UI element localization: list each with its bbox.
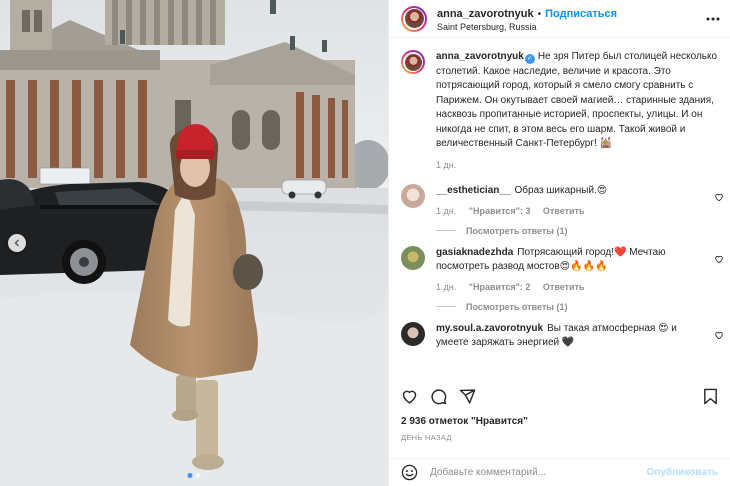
author-username[interactable]: anna_zavorotnyuk xyxy=(437,8,534,20)
post-photo[interactable] xyxy=(0,0,388,486)
commenter-avatar[interactable] xyxy=(401,321,425,346)
add-comment-bar: Опубликовать xyxy=(389,458,730,486)
heart-icon[interactable] xyxy=(714,254,724,264)
reply-button[interactable]: Ответить xyxy=(543,206,585,216)
post-side-panel: anna_zavorotnyuk • Подписаться Saint Peter… xyxy=(388,0,730,486)
reply-button[interactable]: Ответить xyxy=(543,282,585,292)
comment-icon[interactable] xyxy=(430,388,447,405)
comment-text: Образ шикарный.😍 xyxy=(514,184,608,196)
comment-time: 1 дн. xyxy=(436,205,457,216)
replies-line xyxy=(436,230,456,231)
view-replies-button[interactable]: Посмотреть ответы (1) xyxy=(436,226,706,236)
heart-icon[interactable] xyxy=(714,330,724,340)
commenter-avatar[interactable] xyxy=(401,245,425,270)
post-date[interactable]: ДЕНЬ НАЗАД xyxy=(401,433,452,442)
comment-likes[interactable]: "Нравится": 3 xyxy=(469,206,531,216)
author-avatar[interactable] xyxy=(401,5,427,32)
commenter-avatar[interactable] xyxy=(401,183,425,208)
heart-icon[interactable] xyxy=(401,388,418,405)
previous-photo-button[interactable] xyxy=(8,234,26,252)
commenter-username[interactable]: __esthetician__ xyxy=(436,185,511,196)
share-icon[interactable] xyxy=(459,388,476,405)
verified-badge-icon: ✓ xyxy=(524,54,535,64)
caption-body: Не зря Питер был столицей несколько стол… xyxy=(436,51,718,149)
follow-button[interactable]: Подписаться xyxy=(545,8,617,20)
view-replies-button[interactable]: Посмотреть ответы (1) xyxy=(436,302,706,312)
publish-button[interactable]: Опубликовать xyxy=(647,467,718,478)
heart-icon[interactable] xyxy=(714,192,724,202)
view-replies-label: Посмотреть ответы (1) xyxy=(466,301,568,312)
comment-time: 1 дн. xyxy=(436,281,457,292)
location-link[interactable]: Saint Petersburg, Russia xyxy=(437,22,617,32)
replies-line xyxy=(436,306,456,307)
chevron-left-icon xyxy=(14,239,19,247)
caption-text: anna_zavorotnyuk ✓ Не зря Питер был столиц… xyxy=(436,50,718,152)
photo-scene xyxy=(0,0,388,486)
caption-username[interactable]: anna_zavorotnyuk xyxy=(436,51,524,62)
emoji-icon[interactable] xyxy=(401,464,418,481)
comment-item: __esthetician__ Образ шикарный.😍 1 дн. "Н… xyxy=(389,183,730,236)
commenter-username[interactable]: my.soul.a.zavorotnyuk xyxy=(436,323,543,334)
post-header: anna_zavorotnyuk • Подписаться Saint Peter… xyxy=(389,0,730,38)
separator-dot: • xyxy=(537,8,542,20)
carousel-dot xyxy=(187,473,193,478)
comments-list[interactable]: anna_zavorotnyuk ✓ Не зря Питер был столиц… xyxy=(389,50,730,372)
caption: anna_zavorotnyuk ✓ Не зря Питер был столиц… xyxy=(389,50,730,170)
comment-item: gasiaknadezhda Потрясающий город!❤️ Мечта… xyxy=(389,245,730,312)
comment-input[interactable] xyxy=(430,467,647,478)
caption-time: 1 дн. xyxy=(436,159,457,170)
commenter-username[interactable]: gasiaknadezhda xyxy=(436,247,513,258)
bookmark-icon[interactable] xyxy=(703,388,718,405)
likes-count[interactable]: 2 936 отметок "Нравится" xyxy=(401,416,528,427)
caption-avatar[interactable] xyxy=(401,50,425,74)
more-icon[interactable] xyxy=(706,12,720,26)
comment-item: my.soul.a.zavorotnyuk Вы такая атмосферна… xyxy=(389,321,730,350)
post-actions xyxy=(401,383,718,409)
carousel-dot xyxy=(195,473,201,478)
view-replies-label: Посмотреть ответы (1) xyxy=(466,225,568,236)
carousel-dots xyxy=(187,473,201,478)
comment-likes[interactable]: "Нравится": 2 xyxy=(469,282,531,292)
